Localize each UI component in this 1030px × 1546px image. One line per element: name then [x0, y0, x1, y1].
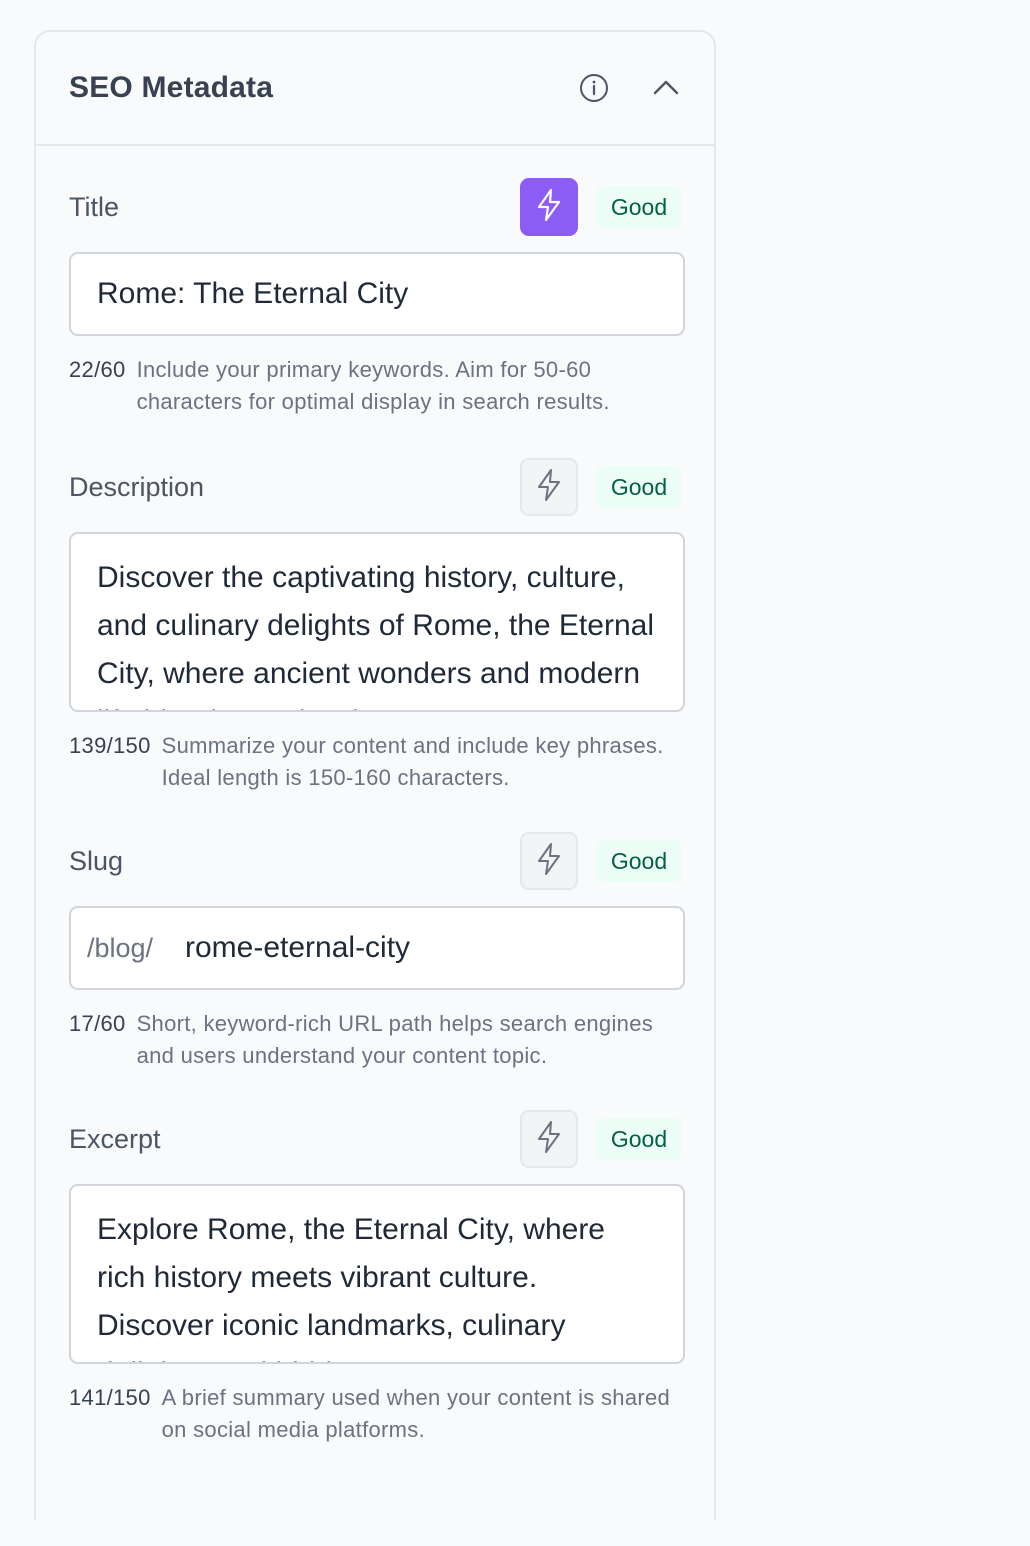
- description-label: Description: [69, 471, 205, 502]
- excerpt-help: 141/150 A brief summary used when your c…: [69, 1382, 682, 1446]
- lightning-icon: [536, 1120, 562, 1159]
- description-generate-button[interactable]: [520, 458, 578, 516]
- slug-input-group: /blog/ rome-eternal-city: [69, 906, 685, 990]
- excerpt-field-header: Excerpt Good: [69, 1110, 682, 1168]
- description-status-badge: Good: [596, 466, 682, 508]
- excerpt-actions: Good: [520, 1110, 682, 1168]
- slug-prefix: /blog/: [87, 932, 154, 963]
- title-actions: Good: [520, 178, 682, 236]
- slug-generate-button[interactable]: [520, 832, 578, 890]
- description-help: 139/150 Summarize your content and inclu…: [69, 730, 682, 794]
- title-help: 22/60 Include your primary keywords. Aim…: [69, 354, 682, 418]
- slug-input[interactable]: rome-eternal-city: [185, 931, 410, 965]
- title-field-header: Title Good: [69, 178, 682, 236]
- seo-metadata-panel: SEO Metadata Title Good Rome: The Eterna…: [34, 30, 716, 1520]
- slug-actions: Good: [520, 832, 682, 890]
- excerpt-label: Excerpt: [69, 1123, 161, 1154]
- panel-header: SEO Metadata: [36, 32, 714, 146]
- slug-char-count: 17/60: [69, 1011, 126, 1036]
- description-field-header: Description Good: [69, 458, 682, 516]
- title-label: Title: [69, 191, 120, 222]
- description-textarea[interactable]: Discover the captivating history, cultur…: [69, 532, 685, 712]
- title-help-text: Include your primary keywords. Aim for 5…: [136, 357, 610, 414]
- chevron-up-icon[interactable]: [650, 72, 682, 104]
- excerpt-help-text: A brief summary used when your content i…: [161, 1385, 671, 1442]
- slug-label: Slug: [69, 845, 124, 876]
- panel-body: Title Good Rome: The Eternal City 22/60 …: [36, 178, 714, 1446]
- title-input[interactable]: Rome: The Eternal City: [69, 252, 685, 336]
- slug-status-badge: Good: [596, 840, 682, 882]
- title-status-badge: Good: [596, 186, 682, 228]
- slug-field-header: Slug Good: [69, 832, 682, 890]
- excerpt-status-badge: Good: [596, 1118, 682, 1160]
- slug-help: 17/60 Short, keyword-rich URL path helps…: [69, 1008, 682, 1072]
- description-help-text: Summarize your content and include key p…: [161, 733, 664, 790]
- excerpt-char-count: 141/150: [69, 1385, 151, 1410]
- panel-title: SEO Metadata: [69, 71, 274, 104]
- lightning-icon: [536, 842, 562, 881]
- header-actions: [578, 72, 682, 104]
- title-char-count: 22/60: [69, 357, 126, 382]
- description-actions: Good: [520, 458, 682, 516]
- lightning-icon: [536, 188, 562, 227]
- title-generate-button[interactable]: [520, 178, 578, 236]
- description-char-count: 139/150: [69, 733, 151, 758]
- slug-help-text: Short, keyword-rich URL path helps searc…: [136, 1011, 654, 1068]
- info-circle-icon[interactable]: [578, 72, 610, 104]
- excerpt-generate-button[interactable]: [520, 1110, 578, 1168]
- lightning-icon: [536, 468, 562, 507]
- excerpt-textarea[interactable]: Explore Rome, the Eternal City, where ri…: [69, 1184, 685, 1364]
